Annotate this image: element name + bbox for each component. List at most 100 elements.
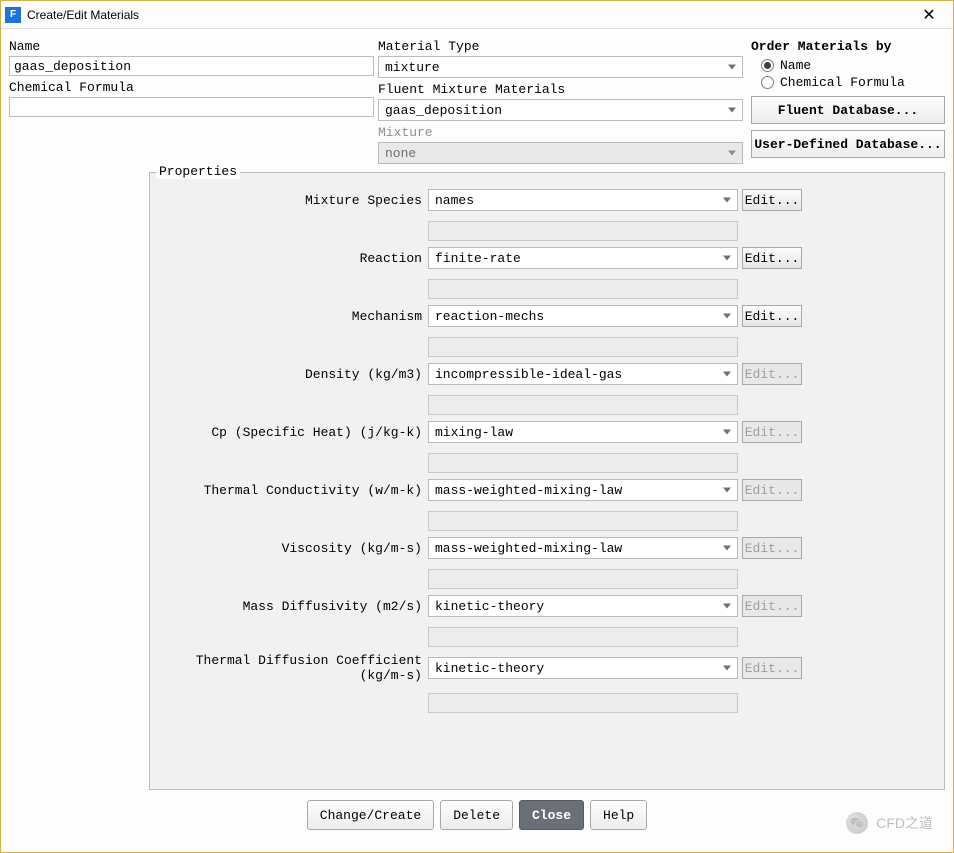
property-combo[interactable]: names <box>428 189 738 211</box>
property-row: Mechanism reaction-mechs Edit... <box>154 305 940 327</box>
property-label: Thermal Diffusion Coefficient (kg/m-s) <box>154 653 424 683</box>
property-value-field <box>428 221 738 241</box>
top-area: Name Chemical Formula Material Type mixt… <box>9 35 945 164</box>
material-type-label: Material Type <box>378 39 743 54</box>
property-combo[interactable]: mixing-law <box>428 421 738 443</box>
material-type-combo[interactable]: mixture <box>378 56 743 78</box>
property-label: Viscosity (kg/m-s) <box>154 541 424 556</box>
property-combo[interactable]: finite-rate <box>428 247 738 269</box>
edit-button: Edit... <box>742 595 802 617</box>
chevron-down-icon <box>723 430 731 435</box>
properties-legend: Properties <box>156 164 240 179</box>
mid-column: Material Type mixture Fluent Mixture Mat… <box>378 35 743 164</box>
chevron-down-icon <box>723 546 731 551</box>
material-type-value: mixture <box>385 60 440 75</box>
property-value-row <box>154 623 940 647</box>
property-value-field <box>428 453 738 473</box>
chevron-down-icon <box>728 65 736 70</box>
chevron-down-icon <box>723 666 731 671</box>
chemical-formula-input[interactable] <box>9 97 374 117</box>
edit-button[interactable]: Edit... <box>742 189 802 211</box>
properties-group: Properties Mixture SpeciesnamesEdit...Re… <box>149 172 945 790</box>
close-button[interactable]: Close <box>519 800 584 830</box>
content: Name Chemical Formula Material Type mixt… <box>1 29 953 852</box>
property-combo[interactable]: mass-weighted-mixing-law <box>428 537 738 559</box>
property-label: Mixture Species <box>154 193 424 208</box>
fluent-database-button[interactable]: Fluent Database... <box>751 96 945 124</box>
property-value: mass-weighted-mixing-law <box>435 541 622 556</box>
edit-button: Edit... <box>742 421 802 443</box>
mixture-value: none <box>385 146 416 161</box>
property-value: kinetic-theory <box>435 599 544 614</box>
property-value: mixing-law <box>435 425 513 440</box>
property-combo[interactable]: kinetic-theory <box>428 657 738 679</box>
property-label: Cp (Specific Heat) (j/kg-k) <box>154 425 424 440</box>
property-value: mass-weighted-mixing-law <box>435 483 622 498</box>
property-value-row <box>154 565 940 589</box>
property-label: Mechanism <box>154 309 424 324</box>
footer: Change/Create Delete Close Help <box>9 790 945 844</box>
property-combo[interactable]: mass-weighted-mixing-law <box>428 479 738 501</box>
property-value: reaction-mechs <box>435 309 544 324</box>
order-name-label: Name <box>780 58 811 73</box>
order-title: Order Materials by <box>751 39 945 54</box>
edit-button[interactable]: Edit... <box>742 305 802 327</box>
name-input[interactable] <box>9 56 374 76</box>
order-by-name[interactable]: Name <box>761 58 945 73</box>
chevron-down-icon <box>723 372 731 377</box>
property-value-field <box>428 569 738 589</box>
order-by-chemical-formula[interactable]: Chemical Formula <box>761 75 945 90</box>
fluent-mixture-label: Fluent Mixture Materials <box>378 82 743 97</box>
fluent-mixture-combo[interactable]: gaas_deposition <box>378 99 743 121</box>
property-combo[interactable]: incompressible-ideal-gas <box>428 363 738 385</box>
property-value-field <box>428 279 738 299</box>
help-button[interactable]: Help <box>590 800 647 830</box>
property-combo[interactable]: reaction-mechs <box>428 305 738 327</box>
property-row: Mixture Species namesEdit... <box>154 189 940 211</box>
property-value-row <box>154 217 940 241</box>
property-combo[interactable]: kinetic-theory <box>428 595 738 617</box>
property-row: Cp (Specific Heat) (j/kg-k) mixing-law Edi… <box>154 421 940 443</box>
chevron-down-icon <box>723 488 731 493</box>
name-label: Name <box>9 39 374 54</box>
radio-icon <box>761 59 774 72</box>
property-row: Mass Diffusivity (m2/s)kinetic-theoryEdi… <box>154 595 940 617</box>
edit-button: Edit... <box>742 479 802 501</box>
edit-button: Edit... <box>742 657 802 679</box>
properties-container: Mixture SpeciesnamesEdit...Reactionfinit… <box>154 189 940 713</box>
change-create-button[interactable]: Change/Create <box>307 800 434 830</box>
property-value-field <box>428 693 738 713</box>
user-defined-database-button[interactable]: User-Defined Database... <box>751 130 945 158</box>
property-value-row <box>154 507 940 531</box>
chevron-down-icon <box>723 604 731 609</box>
property-row: Viscosity (kg/m-s) mass-weighted-mixing-l… <box>154 537 940 559</box>
property-label: Reaction <box>154 251 424 266</box>
close-icon[interactable]: ✕ <box>909 1 949 28</box>
delete-button[interactable]: Delete <box>440 800 513 830</box>
radio-icon <box>761 76 774 89</box>
chevron-down-icon <box>723 256 731 261</box>
property-value-field <box>428 511 738 531</box>
property-value: finite-rate <box>435 251 521 266</box>
chevron-down-icon <box>728 151 736 156</box>
edit-button[interactable]: Edit... <box>742 247 802 269</box>
property-value-field <box>428 627 738 647</box>
edit-button: Edit... <box>742 363 802 385</box>
window-title: Create/Edit Materials <box>27 8 139 22</box>
property-label: Thermal Conductivity (w/m-k) <box>154 483 424 498</box>
mixture-label: Mixture <box>378 125 743 140</box>
property-value: incompressible-ideal-gas <box>435 367 622 382</box>
property-value: kinetic-theory <box>435 661 544 676</box>
property-row: Reaction finite-rate Edit... <box>154 247 940 269</box>
property-row: Thermal Conductivity (w/m-k) mass-weighte… <box>154 479 940 501</box>
fluent-mixture-value: gaas_deposition <box>385 103 502 118</box>
property-value-field <box>428 395 738 415</box>
chevron-down-icon <box>728 108 736 113</box>
property-value-row <box>154 689 940 713</box>
property-row: Thermal Diffusion Coefficient (kg/m-s) ki… <box>154 653 940 683</box>
edit-button: Edit... <box>742 537 802 559</box>
app-icon: F <box>5 7 21 23</box>
chevron-down-icon <box>723 314 731 319</box>
property-value-row <box>154 391 940 415</box>
watermark-text: CFD之道 <box>876 813 933 833</box>
